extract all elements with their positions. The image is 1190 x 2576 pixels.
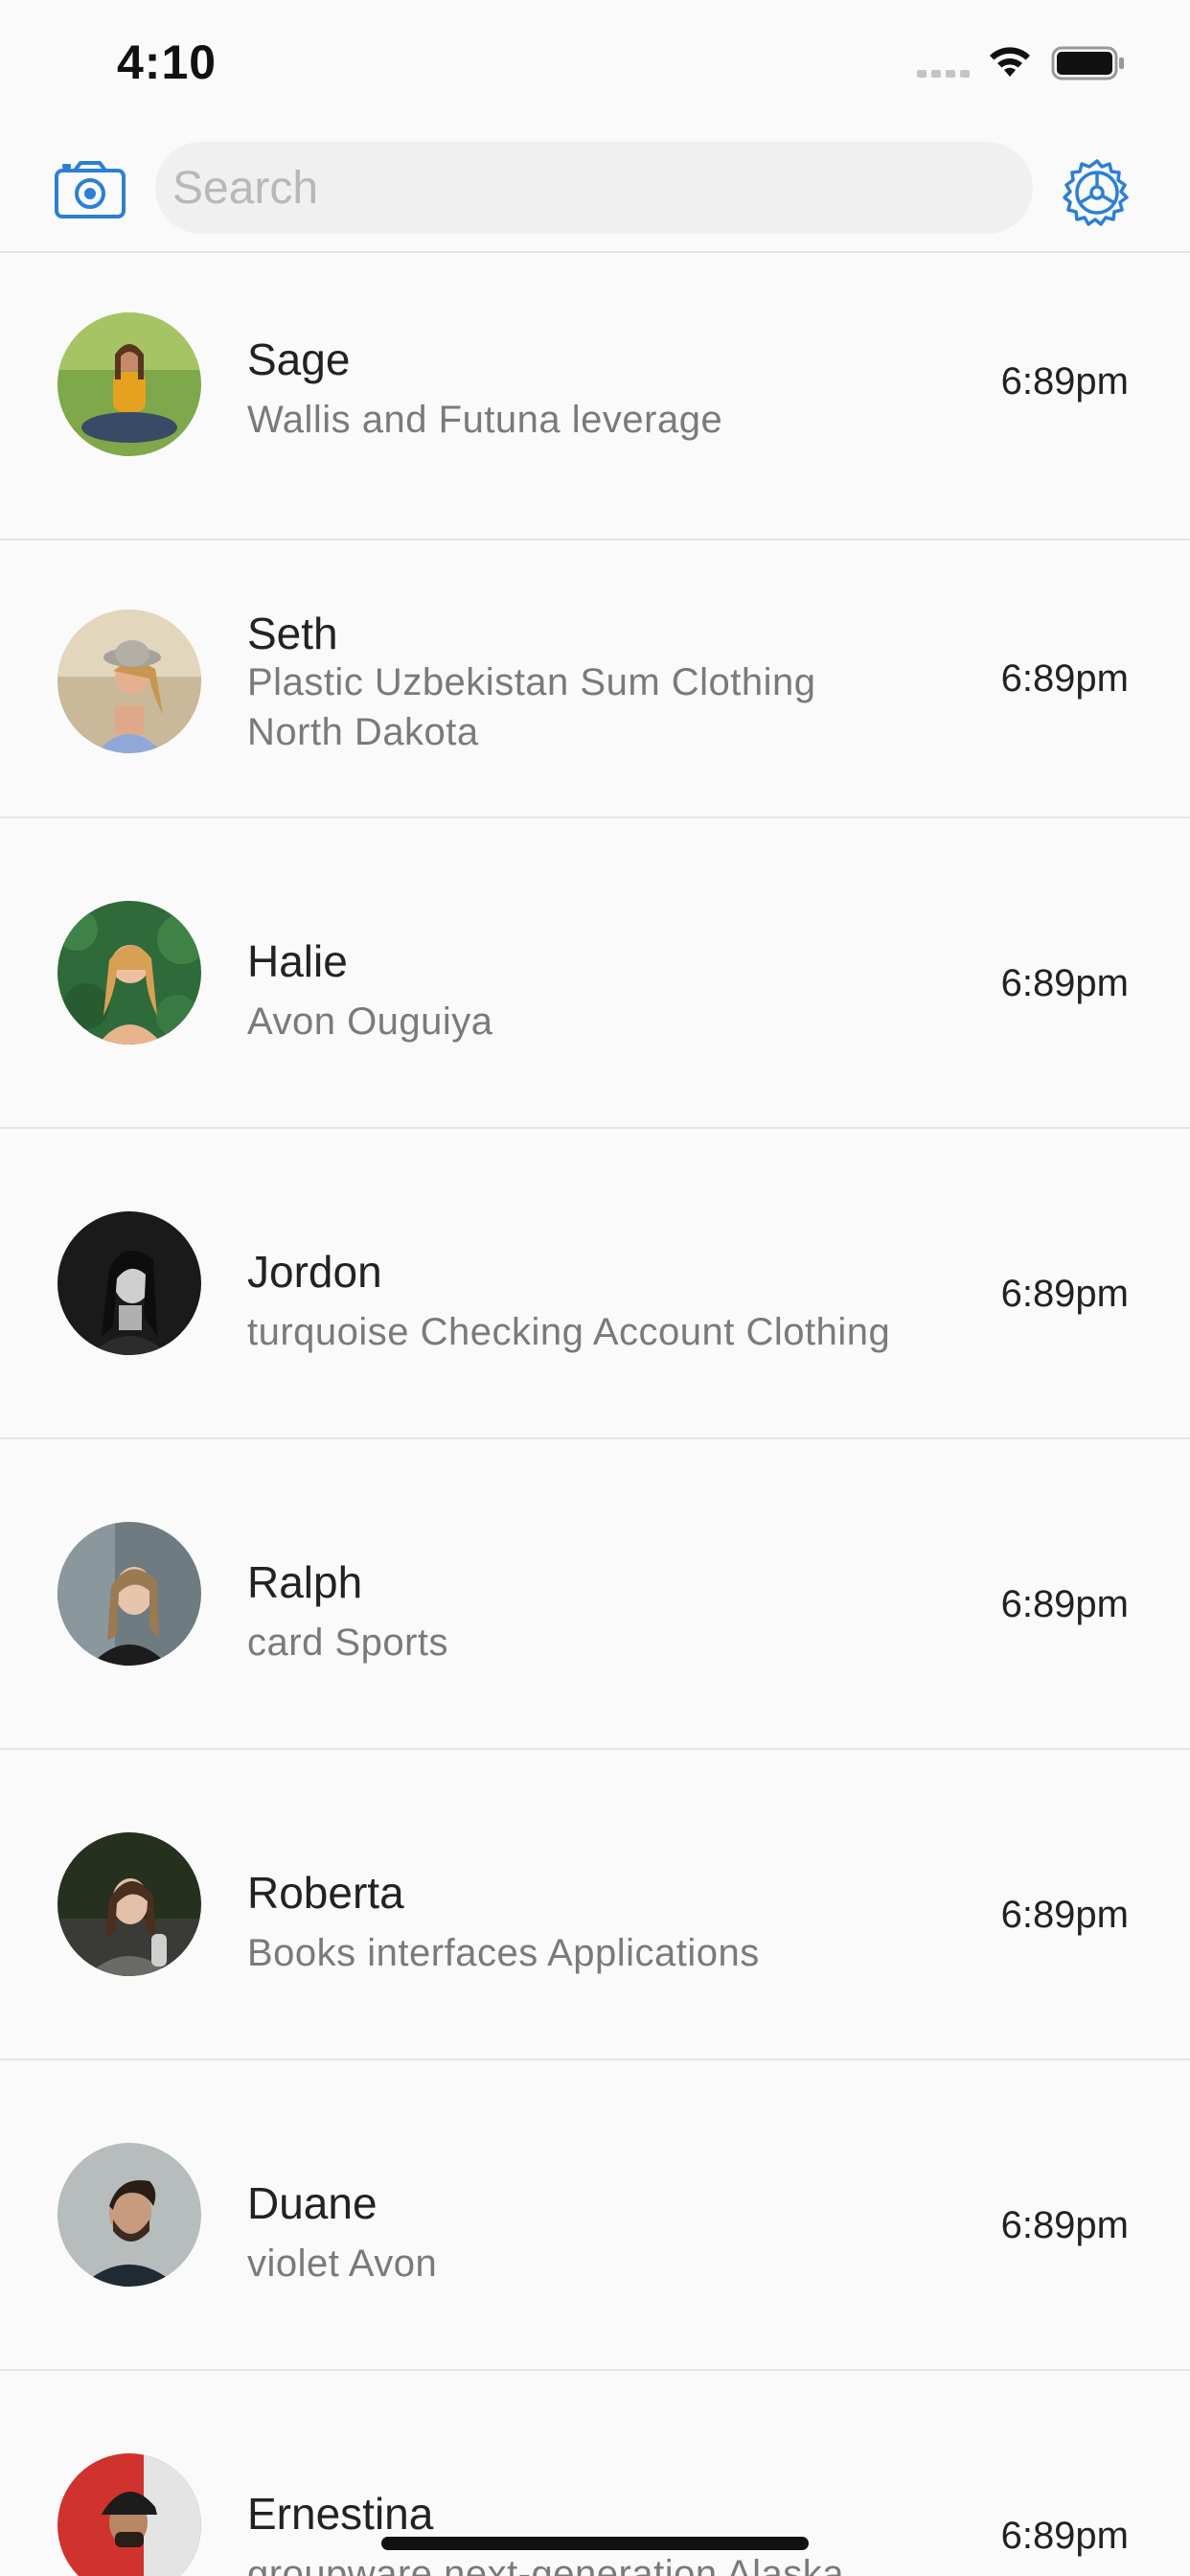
conversation-row[interactable]: Ralph card Sports 6:89pm xyxy=(0,1439,1190,1750)
gear-icon[interactable] xyxy=(1062,157,1133,228)
conversation-time: 6:89pm xyxy=(1000,360,1129,402)
conversation-time: 6:89pm xyxy=(1000,962,1129,1004)
conversation-list: Sage Wallis and Futuna leverage 6:89pm S… xyxy=(0,253,1190,2576)
conversation-preview: violet Avon xyxy=(247,2242,438,2285)
conversation-row[interactable]: Roberta Books interfaces Applications 6:… xyxy=(0,1750,1190,2060)
conversation-row[interactable]: Seth Plastic Uzbekistan Sum Clothing Nor… xyxy=(0,540,1190,818)
conversation-name: Jordon xyxy=(247,1247,382,1297)
avatar xyxy=(57,610,201,753)
avatar xyxy=(57,1522,201,1666)
avatar xyxy=(57,1832,201,1976)
conversation-name: Halie xyxy=(247,936,348,986)
wifi-icon xyxy=(990,47,1030,77)
conversation-name: Ralph xyxy=(247,1557,363,1607)
conversation-time: 6:89pm xyxy=(1000,1273,1129,1315)
avatar xyxy=(57,1211,201,1355)
conversation-preview: Avon Ouguiya xyxy=(247,1000,493,1043)
avatar xyxy=(57,2453,201,2576)
conversation-preview: Wallis and Futuna leverage xyxy=(247,399,723,441)
conversation-row[interactable]: Duane violet Avon 6:89pm xyxy=(0,2060,1190,2371)
conversation-row[interactable]: Halie Avon Ouguiya 6:89pm xyxy=(0,818,1190,1129)
conversation-name: Seth xyxy=(247,609,338,658)
battery-icon xyxy=(1051,46,1124,80)
conversation-name: Ernestina xyxy=(247,2489,434,2539)
camera-icon[interactable] xyxy=(54,159,126,220)
conversation-name: Roberta xyxy=(247,1868,404,1918)
conversation-name: Sage xyxy=(247,334,351,384)
conversation-preview: groupware next-generation Alaska xyxy=(247,2553,845,2576)
home-indicator[interactable] xyxy=(381,2537,809,2550)
status-time: 4:10 xyxy=(117,35,217,89)
search-header xyxy=(0,125,1190,253)
conversation-row[interactable]: Sage Wallis and Futuna leverage 6:89pm xyxy=(0,253,1190,540)
conversation-time: 6:89pm xyxy=(1000,2515,1129,2557)
conversation-time: 6:89pm xyxy=(1000,1583,1129,1625)
conversation-time: 6:89pm xyxy=(1000,2204,1129,2246)
cellular-signal-icon xyxy=(917,70,970,78)
search-input[interactable] xyxy=(155,142,1033,234)
avatar xyxy=(57,312,201,456)
conversation-preview: card Sports xyxy=(247,1622,449,1664)
avatar xyxy=(57,2143,201,2287)
conversation-preview: turquoise Checking Account Clothing xyxy=(247,1311,891,1353)
conversation-name: Duane xyxy=(247,2178,378,2228)
avatar xyxy=(57,901,201,1045)
conversation-preview: Plastic Uzbekistan Sum Clothing North Da… xyxy=(247,661,816,753)
conversation-preview: Books interfaces Applications xyxy=(247,1932,760,1974)
conversation-row[interactable]: Jordon turquoise Checking Account Clothi… xyxy=(0,1129,1190,1439)
conversation-time: 6:89pm xyxy=(1000,657,1129,700)
status-bar: 4:10 xyxy=(0,0,1190,125)
messages-screen: 4:10 Search Sage Wallis and Futuna lever… xyxy=(0,0,1190,2576)
conversation-time: 6:89pm xyxy=(1000,1894,1129,1936)
